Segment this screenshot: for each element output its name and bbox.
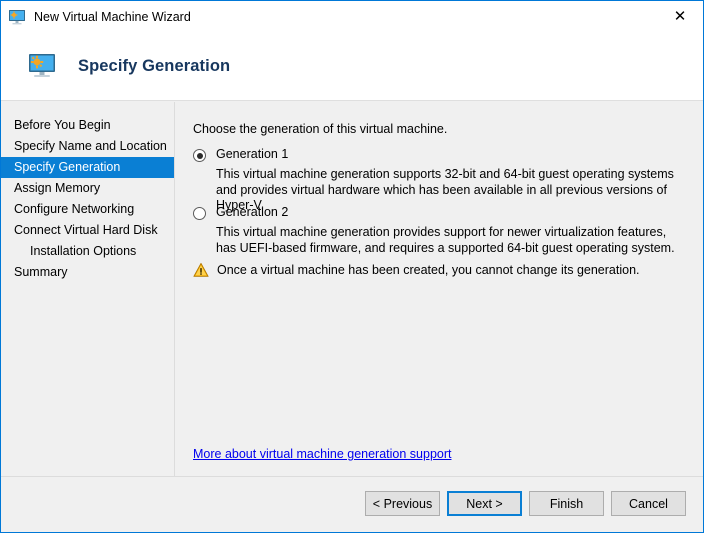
generation-2-description: This virtual machine generation provides… bbox=[216, 225, 675, 255]
previous-button[interactable]: < Previous bbox=[365, 491, 440, 516]
sidebar-item-specify-generation[interactable]: Specify Generation bbox=[1, 157, 174, 178]
close-icon: ✕ bbox=[673, 7, 687, 25]
warning-triangle-icon bbox=[193, 262, 209, 278]
sidebar-item-summary[interactable]: Summary bbox=[1, 262, 174, 283]
sidebar-item-connect-virtual-hard-disk[interactable]: Connect Virtual Hard Disk bbox=[1, 220, 174, 241]
generation-2-radio[interactable] bbox=[193, 207, 206, 220]
generation-1-radio-row[interactable]: Generation 1 bbox=[193, 147, 685, 162]
sidebar-item-installation-options[interactable]: Installation Options bbox=[1, 241, 174, 262]
wizard-body: Before You Begin Specify Name and Locati… bbox=[1, 102, 703, 476]
virtual-machine-monitor-icon bbox=[25, 50, 59, 82]
warning-text: Once a virtual machine has been created,… bbox=[217, 263, 640, 277]
next-button[interactable]: Next > bbox=[447, 491, 522, 516]
cancel-button[interactable]: Cancel bbox=[611, 491, 686, 516]
window-title: New Virtual Machine Wizard bbox=[34, 9, 191, 24]
virtual-machine-monitor-icon bbox=[8, 8, 26, 26]
sidebar-item-configure-networking[interactable]: Configure Networking bbox=[1, 199, 174, 220]
generation-support-help-link[interactable]: More about virtual machine generation su… bbox=[193, 447, 451, 461]
wizard-step-nav: Before You Begin Specify Name and Locati… bbox=[1, 102, 175, 476]
finish-button[interactable]: Finish bbox=[529, 491, 604, 516]
new-virtual-machine-wizard-window: New Virtual Machine Wizard ✕ Specify Gen… bbox=[0, 0, 704, 533]
sidebar-item-before-you-begin[interactable]: Before You Begin bbox=[1, 115, 174, 136]
generation-1-radio[interactable] bbox=[193, 149, 206, 162]
wizard-footer: < Previous Next > Finish Cancel bbox=[1, 476, 703, 532]
generation-warning: Once a virtual machine has been created,… bbox=[193, 262, 640, 278]
generation-2-option[interactable]: Generation 2 This virtual machine genera… bbox=[193, 205, 685, 256]
instruction-text: Choose the generation of this virtual ma… bbox=[193, 122, 448, 136]
wizard-header: Specify Generation bbox=[1, 32, 703, 101]
generation-2-radio-row[interactable]: Generation 2 bbox=[193, 205, 685, 220]
generation-2-label: Generation 2 bbox=[216, 205, 289, 219]
sidebar-item-assign-memory[interactable]: Assign Memory bbox=[1, 178, 174, 199]
title-bar: New Virtual Machine Wizard ✕ bbox=[1, 1, 703, 32]
sidebar-item-specify-name-and-location[interactable]: Specify Name and Location bbox=[1, 136, 174, 157]
wizard-button-bar: < Previous Next > Finish Cancel bbox=[365, 491, 686, 516]
generation-1-option[interactable]: Generation 1 This virtual machine genera… bbox=[193, 147, 685, 214]
generation-1-label: Generation 1 bbox=[216, 147, 289, 161]
close-button[interactable]: ✕ bbox=[657, 1, 703, 31]
wizard-content: Choose the generation of this virtual ma… bbox=[176, 102, 703, 476]
page-title: Specify Generation bbox=[78, 56, 231, 75]
